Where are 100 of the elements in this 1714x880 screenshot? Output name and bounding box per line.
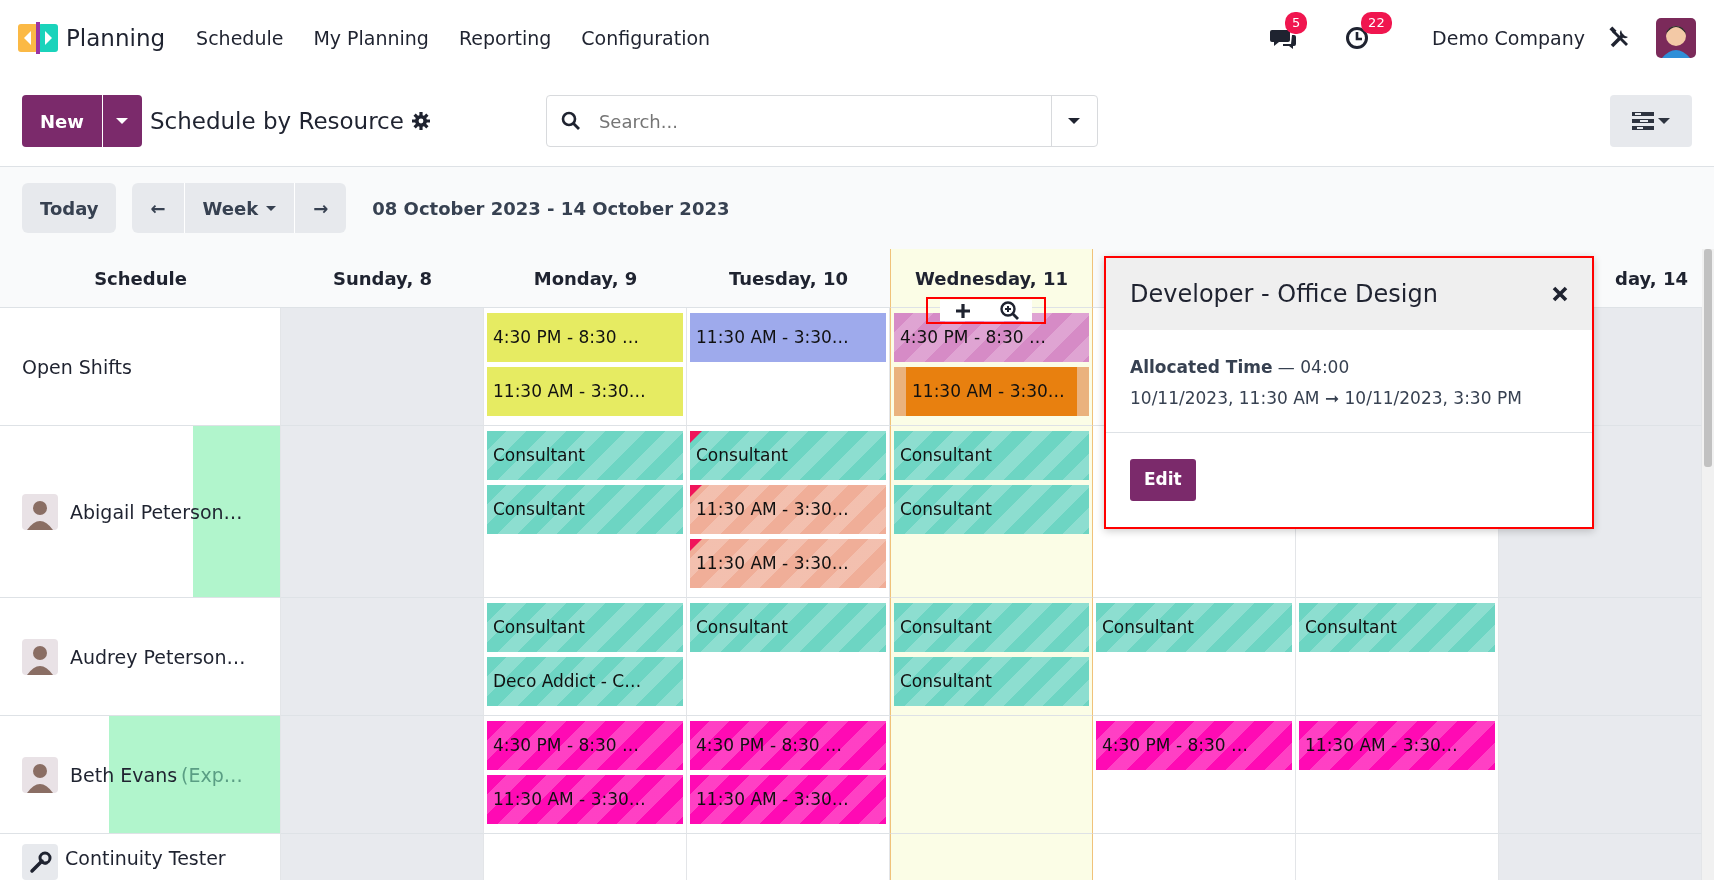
avatar [22,757,58,793]
today-button[interactable]: Today [22,183,117,233]
today-cell[interactable]: 4:30 PM - 8:30 … 11:30 AM - 3:30… [890,308,1093,426]
weekend-cell[interactable] [281,716,484,834]
shift-pill[interactable]: 11:30 AM - 3:30… [690,775,886,824]
day-cell[interactable]: Consultant Deco Addict - C… [484,598,687,716]
menu-item[interactable]: Reporting [443,23,567,53]
day-header: Sunday, 8 [332,266,432,291]
day-header: Monday, 9 [533,266,638,291]
shift-pill[interactable]: Deco Addict - C… [487,657,683,706]
weekend-cell[interactable] [281,426,484,598]
resource-name: Audrey Peterson… [70,644,246,670]
caret-icon [1658,118,1670,124]
popover-detail: 10/11/2023, 11:30 AM ➞ 10/11/2023, 3:30 PM [1130,387,1523,410]
today-cell[interactable] [890,716,1093,834]
menu-item[interactable]: Configuration [566,23,726,53]
day-cell[interactable]: 11:30 AM - 3:30… [1296,716,1499,834]
gear-icon [411,112,430,130]
weekend-cell[interactable] [281,308,484,426]
shift-pill[interactable]: Consultant [894,431,1089,480]
shift-pill[interactable]: Consultant [487,485,683,534]
search-icon [560,111,581,131]
shift-pill[interactable]: 11:30 AM - 3:30… [1299,721,1495,770]
activity-count: 22 [1361,12,1392,34]
edit-button[interactable]: Edit [1130,459,1196,501]
shift-pill[interactable]: 4:30 PM - 8:30 … [1096,721,1292,770]
day-cell[interactable]: Consultant Consultant [484,426,687,598]
day-cell[interactable]: 4:30 PM - 8:30 … 11:30 AM - 3:30… [484,716,687,834]
plus-icon [955,302,971,319]
shift-pill[interactable]: 4:30 PM - 8:30 … [487,721,683,770]
add-button[interactable] [940,300,986,321]
shift-pill[interactable]: 11:30 AM - 3:30… [894,367,1089,416]
weekend-cell[interactable] [1499,716,1702,834]
caret-icon [266,205,277,211]
today-cell[interactable]: Consultant Consultant [890,426,1093,598]
today-cell[interactable]: Consultant Consultant [890,598,1093,716]
day-header: Tuesday, 10 [729,266,848,291]
shift-pill[interactable]: Consultant [690,431,886,480]
day-cell[interactable]: 4:30 PM - 8:30 … 11:30 AM - 3:30… [687,716,890,834]
avatar [22,639,58,675]
close-button[interactable] [1552,286,1568,302]
shift-pill[interactable]: 11:30 AM - 3:30… [487,367,683,416]
weekend-cell[interactable] [1499,834,1702,880]
shift-pill[interactable]: 11:30 AM - 3:30… [690,485,886,534]
search-bar[interactable]: Search... [545,95,1098,147]
view-switcher-button[interactable] [1610,95,1692,147]
new-button[interactable]: New [22,95,102,147]
company-name[interactable]: Demo Company [1417,23,1600,53]
shift-pill[interactable]: 11:30 AM - 3:30… [690,313,886,362]
close-icon [1552,286,1568,302]
day-cell[interactable] [484,834,687,880]
day-cell[interactable] [1093,834,1296,880]
shift-pill[interactable]: Consultant [1096,603,1292,652]
next-button[interactable]: → [295,183,347,233]
day-cell[interactable]: Consultant 11:30 AM - 3:30… 11:30 AM - 3:30… [687,426,890,598]
activities-button[interactable] [1345,26,1370,50]
day-cell[interactable]: Consultant [1296,598,1499,716]
logo-icon [18,22,58,54]
popover-detail: Allocated Time — 04:00 [1130,356,1351,379]
shift-pill[interactable]: Consultant [690,603,886,652]
app-name[interactable]: Planning [66,20,166,56]
weekend-cell[interactable] [281,834,484,880]
shift-pill[interactable]: Consultant [487,431,683,480]
menu-item[interactable]: My Planning [298,23,444,53]
today-cell[interactable] [890,834,1093,880]
weekend-cell[interactable] [1499,598,1702,716]
shift-pill[interactable]: 11:30 AM - 3:30… [487,775,683,824]
day-cell[interactable] [1296,834,1499,880]
day-cell[interactable] [687,834,890,880]
zoom-button[interactable] [986,300,1032,321]
date-range: 08 October 2023 - 14 October 2023 [372,196,730,221]
dropdown-button[interactable] [101,95,142,147]
day-header: day, 14 [1615,266,1688,291]
shift-pill[interactable]: 4:30 PM - 8:30 … [487,313,683,362]
shift-pill[interactable]: Consultant [487,603,683,652]
day-cell[interactable]: Consultant [687,598,890,716]
shift-pill[interactable]: 4:30 PM - 8:30 … [690,721,886,770]
zoom-in-icon [999,301,1019,320]
caret-icon [116,118,129,124]
day-cell[interactable]: 11:30 AM - 3:30… [687,308,890,426]
avatar [22,494,58,530]
previous-button[interactable]: ← [132,183,185,233]
shift-pill[interactable]: Consultant [894,603,1089,652]
day-cell[interactable]: Consultant [1093,598,1296,716]
scale-dropdown[interactable]: Week [184,183,296,233]
popover-title: Developer - Office Design [1130,279,1438,310]
day-cell[interactable]: 4:30 PM - 8:30 … 11:30 AM - 3:30… [484,308,687,426]
shift-pill[interactable]: 11:30 AM - 3:30… [690,539,886,588]
shift-pill[interactable]: Consultant [1299,603,1495,652]
shift-pill[interactable]: Consultant [894,657,1089,706]
resource-name: Open Shifts [22,354,132,380]
message-count: 5 [1285,12,1308,34]
settings-button[interactable] [411,112,430,130]
menu-item[interactable]: Schedule [181,23,299,53]
clock-icon [1345,26,1370,50]
weekend-cell[interactable] [281,598,484,716]
shift-pill[interactable]: Consultant [894,485,1089,534]
day-cell[interactable]: 4:30 PM - 8:30 … [1093,716,1296,834]
scrollbar[interactable] [1702,249,1714,880]
view-title: Schedule by Resource [149,106,404,136]
